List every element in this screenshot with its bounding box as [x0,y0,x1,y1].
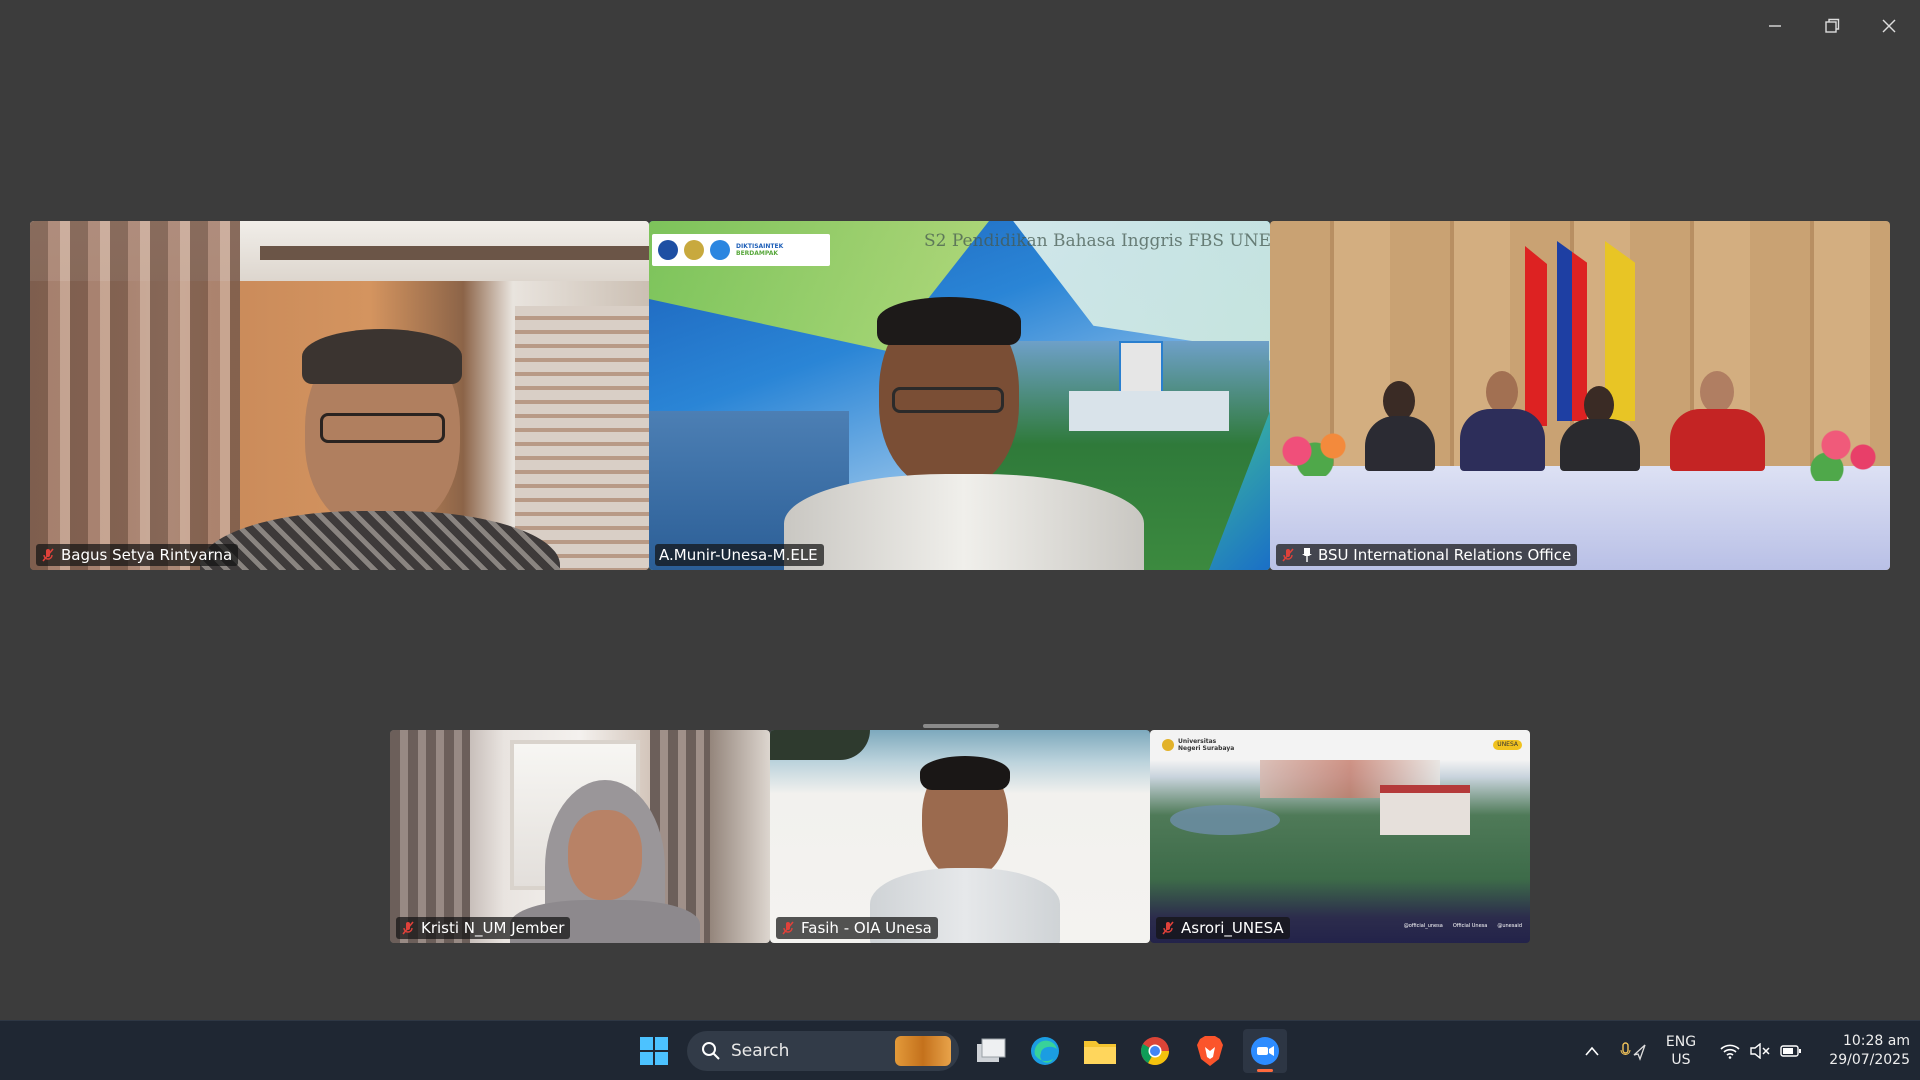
logo-text: Universitas [1178,738,1217,745]
restore-icon [1825,18,1840,33]
search-highlight-icon [895,1036,951,1066]
virtual-background: DIKTISAINTEK BERDAMPAK S2 Pendidikan Bah… [649,221,1270,570]
video-tile-munir[interactable]: DIKTISAINTEK BERDAMPAK S2 Pendidikan Bah… [649,221,1270,570]
zoom-icon [1251,1037,1279,1065]
social-handles: @official_unesa Official Unesa @unesaid [1404,923,1522,929]
virtual-background: Universitas Negeri Surabaya UNESA @offic… [1150,730,1530,943]
participant-person [1670,371,1765,471]
participant-name: Asrori_UNESA [1181,919,1284,937]
participant-video [390,730,770,943]
taskbar-search[interactable]: Search [687,1031,959,1071]
taskbar: Search ENG US 10:28 am 29/07/2025 [0,1020,1920,1080]
pin-icon [1302,548,1312,562]
brave-app-button[interactable] [1188,1029,1232,1073]
keyboard-region: US [1671,1052,1691,1068]
participant-person [1460,371,1545,471]
social-handle: Official Unesa [1452,923,1488,929]
unesa-badge: UNESA [1493,740,1522,750]
show-hidden-icons-button[interactable] [1580,1021,1604,1080]
chrome-icon [1141,1037,1169,1065]
folder-icon [1084,1041,1116,1064]
video-tile-fasih[interactable]: Fasih - OIA Unesa [770,730,1150,943]
participant-nametag: Fasih - OIA Unesa [776,917,938,939]
edge-icon [1031,1037,1059,1065]
mic-muted-icon [782,921,794,935]
social-handle: @unesaid [1497,923,1522,929]
clock-date: 29/07/2025 [1829,1052,1910,1068]
participant-person [1365,381,1435,471]
mic-muted-icon [1162,921,1174,935]
participant-nametag: Kristi N_UM Jember [396,917,571,939]
participant-nametag: A.Munir-Unesa-M.ELE [655,544,824,566]
search-icon [702,1042,720,1060]
participant-nametag: Bagus Setya Rintyarna [36,544,239,566]
participant-video [770,730,1150,943]
unesa-logo: Universitas Negeri Surabaya [1162,738,1234,752]
institution-logo-bar: DIKTISAINTEK BERDAMPAK [652,234,830,266]
participant-person [200,329,560,570]
windows-logo-icon [640,1037,668,1065]
microphone-in-use-icon [1620,1042,1646,1061]
social-handle: @official_unesa [1403,923,1443,929]
participant-nametag: BSU International Relations Office [1276,544,1578,566]
participant-name: Kristi N_UM Jember [421,919,565,937]
chevron-up-icon [1585,1046,1599,1056]
video-tile-bagus[interactable]: Bagus Setya Rintyarna [30,221,649,570]
mic-location-tray[interactable] [1618,1021,1648,1080]
start-button[interactable] [632,1029,676,1073]
mic-muted-icon [402,921,414,935]
restore-button[interactable] [1809,8,1855,44]
clock-time: 10:28 am [1842,1033,1910,1049]
active-app-indicator [1257,1069,1273,1072]
minimize-icon [1769,25,1781,27]
banner-text: S2 Pendidikan Bahasa Inggris FBS UNESA [924,231,1270,251]
participant-name: Bagus Setya Rintyarna [61,546,233,564]
close-button[interactable] [1866,8,1912,44]
brave-lion-icon [1197,1036,1223,1066]
mic-muted-icon [42,548,54,562]
minimize-button[interactable] [1752,8,1798,44]
search-label: Search [731,1041,790,1061]
gallery-resize-handle[interactable] [923,724,999,728]
participant-person [784,297,1144,570]
logo-text: DIKTISAINTEK [736,243,784,250]
video-tile-bsu[interactable]: BSU International Relations Office [1270,221,1890,570]
quick-settings-button[interactable] [1716,1021,1806,1080]
participant-name: BSU International Relations Office [1318,546,1572,564]
participant-name: A.Munir-Unesa-M.ELE [659,546,818,564]
chrome-app-button[interactable] [1133,1029,1177,1073]
logo-text: Negeri Surabaya [1178,745,1235,752]
language-code: ENG [1665,1034,1697,1050]
participant-person [870,756,1060,943]
edge-app-button[interactable] [1023,1029,1067,1073]
participant-nametag: Asrori_UNESA [1156,917,1290,939]
participant-video [1270,221,1890,570]
close-icon [1882,19,1896,33]
wifi-icon [1720,1044,1740,1059]
task-view-button[interactable] [969,1029,1013,1073]
task-view-icon [977,1038,1006,1062]
clock-button[interactable]: 10:28 am 29/07/2025 [1810,1021,1910,1080]
logo-text: BERDAMPAK [736,250,779,257]
video-tile-kristi[interactable]: Kristi N_UM Jember [390,730,770,943]
participant-person [1560,386,1640,471]
participant-video [30,221,649,570]
input-language-button[interactable]: ENG US [1660,1021,1702,1080]
participant-name: Fasih - OIA Unesa [801,919,932,937]
video-tile-asrori[interactable]: Universitas Negeri Surabaya UNESA @offic… [1150,730,1530,943]
battery-charging-icon [1780,1045,1801,1057]
file-explorer-button[interactable] [1078,1029,1122,1073]
mic-muted-icon [1282,548,1294,562]
zoom-app-button[interactable] [1243,1029,1287,1073]
speaker-muted-icon [1750,1043,1770,1059]
